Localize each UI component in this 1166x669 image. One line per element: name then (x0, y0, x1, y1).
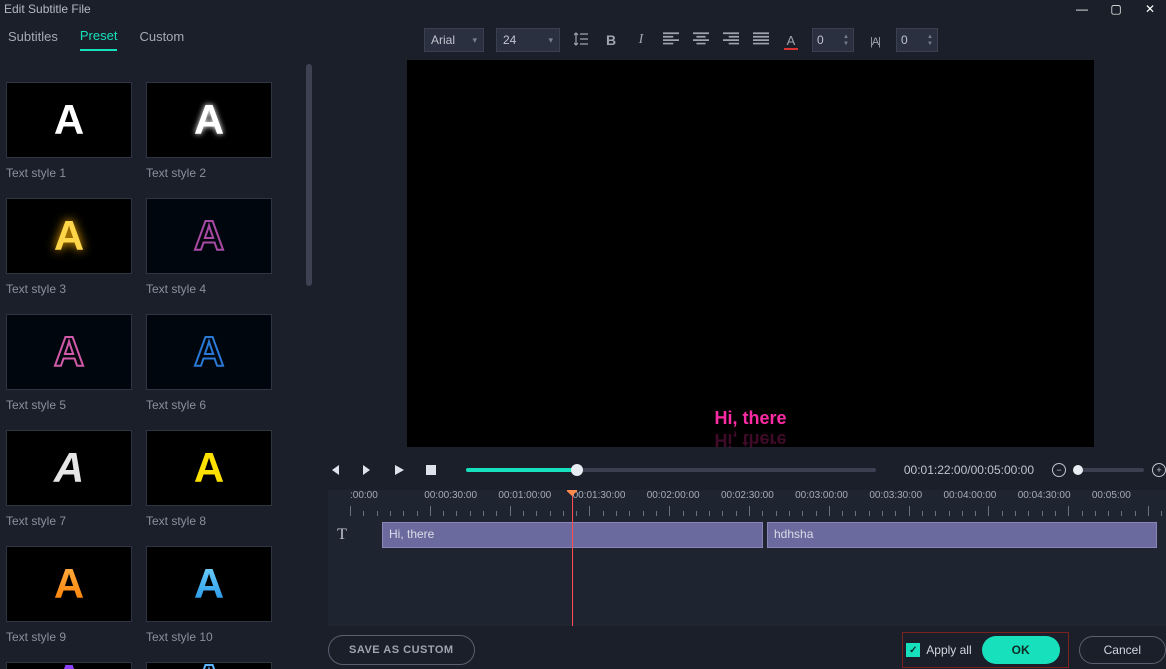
size-value: 24 (503, 33, 516, 47)
preset-item[interactable]: A Text style 9 (6, 546, 132, 644)
playhead[interactable] (572, 490, 573, 626)
apply-all-checkbox[interactable]: ✓ Apply all (906, 643, 971, 657)
align-right-button[interactable] (722, 32, 740, 49)
ruler-mark: 00:00:30:00 (424, 490, 498, 501)
preset-item[interactable]: A Text style 8 (146, 430, 272, 528)
chevron-down-icon: ▾ (472, 35, 477, 46)
spinner-arrows[interactable]: ▲▼ (843, 34, 849, 47)
window-controls: — ▢ ✕ (1074, 2, 1166, 16)
text-color-button[interactable]: A (782, 32, 800, 48)
window-title: Edit Subtitle File (4, 2, 91, 16)
preset-label: Text style 5 (6, 398, 132, 412)
value-spinner-2[interactable]: 0 ▲▼ (896, 28, 938, 52)
ruler-mark: :00:00 (350, 490, 424, 501)
preset-item[interactable]: A Text style 3 (6, 198, 132, 296)
check-icon: ✓ (906, 643, 920, 657)
ruler-mark: 00:02:30:00 (721, 490, 795, 501)
preset-label: Text style 3 (6, 282, 132, 296)
ruler-mark: 00:04:00:00 (944, 490, 1018, 501)
next-frame-button[interactable] (360, 463, 374, 477)
preset-label: Text style 6 (146, 398, 272, 412)
ruler-mark: 00:01:30:00 (573, 490, 647, 501)
stop-button[interactable] (424, 463, 438, 477)
apply-all-highlight: ✓ Apply all OK (902, 632, 1068, 668)
ok-button[interactable]: OK (982, 636, 1060, 664)
char-spacing-icon[interactable]: |A| (866, 32, 884, 48)
preset-item[interactable]: A Text style 7 (6, 430, 132, 528)
text-track-icon: T (331, 524, 353, 546)
preset-label: Text style 2 (146, 166, 272, 180)
preset-item[interactable]: A Text style 5 (6, 314, 132, 412)
subtitle-text: Hi, there (714, 408, 786, 429)
ruler-mark: 00:04:30:00 (1018, 490, 1092, 501)
preset-item[interactable]: A Text style 1 (6, 82, 132, 180)
preset-item[interactable]: A (146, 662, 272, 669)
ruler-mark: 00:01:00:00 (498, 490, 572, 501)
video-preview[interactable]: Hi, there Hi, there (407, 60, 1094, 447)
align-center-button[interactable] (692, 32, 710, 49)
tab-custom[interactable]: Custom (139, 29, 184, 50)
font-value: Arial (431, 33, 455, 47)
sidebar-scrollbar[interactable] (306, 64, 312, 286)
zoom-handle[interactable] (1073, 465, 1083, 475)
preset-item[interactable]: A Text style 10 (146, 546, 272, 644)
tab-preset[interactable]: Preset (80, 28, 118, 51)
progress-handle[interactable] (571, 464, 583, 476)
subtitle-track[interactable]: Hi, there hdhsha (382, 522, 1166, 548)
title-bar: Edit Subtitle File — ▢ ✕ (0, 0, 1166, 18)
line-height-icon[interactable] (572, 32, 590, 49)
play-button[interactable] (392, 463, 406, 477)
time-display: 00:01:22:00/00:05:00:00 (904, 463, 1034, 477)
align-left-button[interactable] (662, 32, 680, 49)
preset-label: Text style 7 (6, 514, 132, 528)
ruler-mark: 00:05:00 (1092, 490, 1166, 501)
subtitle-overlay: Hi, there Hi, there (714, 408, 786, 429)
preset-item[interactable]: A Text style 4 (146, 198, 272, 296)
preset-item[interactable]: A Text style 6 (146, 314, 272, 412)
maximize-button[interactable]: ▢ (1108, 2, 1124, 16)
ruler-mark: 00:03:00:00 (795, 490, 869, 501)
progress-slider[interactable] (466, 468, 876, 472)
close-button[interactable]: ✕ (1142, 2, 1158, 16)
timeline-ruler[interactable]: :00:00 00:00:30:00 00:01:00:00 00:01:30:… (350, 490, 1166, 518)
zoom-in-button[interactable]: + (1152, 463, 1166, 477)
timeline: :00:00 00:00:30:00 00:01:00:00 00:01:30:… (328, 490, 1166, 626)
preset-label: Text style 4 (146, 282, 272, 296)
cancel-button[interactable]: Cancel (1079, 636, 1166, 664)
progress-fill (466, 468, 577, 472)
bottom-bar: SAVE AS CUSTOM ✓ Apply all OK Cancel (328, 631, 1166, 669)
spinner-value: 0 (901, 33, 927, 47)
preset-item[interactable]: A (6, 662, 132, 669)
zoom-out-button[interactable]: − (1052, 463, 1066, 477)
tab-subtitles[interactable]: Subtitles (8, 29, 58, 50)
italic-button[interactable]: I (632, 32, 650, 48)
subtitle-clip[interactable]: hdhsha (767, 522, 1157, 548)
prev-frame-button[interactable] (328, 463, 342, 477)
value-spinner-1[interactable]: 0 ▲▼ (812, 28, 854, 52)
bold-button[interactable]: B (602, 32, 620, 48)
apply-all-label: Apply all (926, 643, 971, 657)
zoom-slider[interactable] (1074, 468, 1144, 472)
preset-label: Text style 10 (146, 630, 272, 644)
preset-label: Text style 9 (6, 630, 132, 644)
ruler-mark: 00:03:30:00 (869, 490, 943, 501)
spinner-arrows[interactable]: ▲▼ (927, 34, 933, 47)
chevron-down-icon: ▾ (548, 35, 553, 46)
spinner-value: 0 (817, 33, 843, 47)
save-as-custom-button[interactable]: SAVE AS CUSTOM (328, 635, 475, 665)
preset-label: Text style 1 (6, 166, 132, 180)
font-size-dropdown[interactable]: 24 ▾ (496, 28, 560, 52)
minimize-button[interactable]: — (1074, 2, 1090, 16)
align-justify-button[interactable] (752, 32, 770, 49)
playback-bar: 00:01:22:00/00:05:00:00 − + (328, 455, 1166, 485)
preset-label: Text style 8 (146, 514, 272, 528)
subtitle-reflection: Hi, there (714, 429, 786, 450)
preset-item[interactable]: A Text style 2 (146, 82, 272, 180)
font-dropdown[interactable]: Arial ▾ (424, 28, 484, 52)
preset-sidebar: A Text style 1 A Text style 2 A Text sty… (0, 58, 318, 669)
text-toolbar: Arial ▾ 24 ▾ B I A 0 ▲▼ |A| 0 ▲▼ (424, 28, 938, 52)
ruler-mark: 00:02:00:00 (647, 490, 721, 501)
